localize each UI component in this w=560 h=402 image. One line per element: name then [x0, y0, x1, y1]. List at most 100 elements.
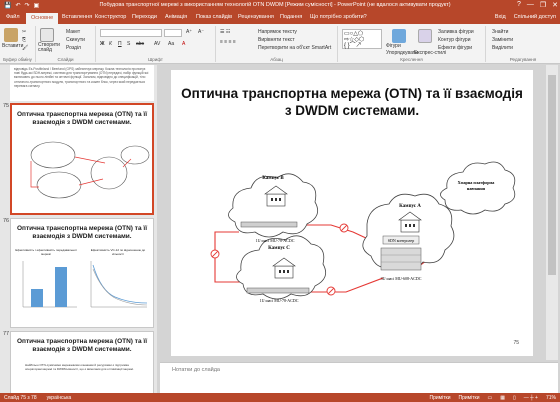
group-label: Буфер обміну — [3, 57, 32, 62]
reset-button[interactable]: Скинути — [66, 37, 85, 43]
sorter-view-icon[interactable]: ▦ — [500, 395, 505, 401]
italic-icon[interactable]: К — [109, 41, 112, 47]
align-text-button[interactable]: Вирівняти текст — [258, 37, 295, 43]
group-clipboard: Вставити ✂ ⎘ 🖌 Буфер обміну — [0, 26, 36, 62]
cut-icon[interactable]: ✂ — [22, 29, 26, 35]
copy-icon[interactable]: ⎘ — [22, 37, 26, 43]
thumb-title: Оптична транспортна мережа (OTN) та її в… — [16, 225, 148, 240]
shapes-button[interactable]: Фігури — [386, 43, 401, 49]
group-label: Слайди — [57, 57, 74, 62]
outline-button[interactable]: Контур фігури — [438, 37, 470, 43]
underline-icon[interactable]: П — [118, 41, 122, 47]
language-indicator[interactable]: українська — [47, 395, 72, 401]
thumb-body: Найбільш OTN-сумісними мережевими ознака… — [25, 363, 134, 371]
tab-animations[interactable]: Анімація — [165, 14, 187, 20]
smartart-button[interactable]: Перетворити на об'єкт SmartArt — [258, 45, 331, 51]
select-button[interactable]: Виділити — [492, 45, 513, 51]
group-label: Креслення — [400, 57, 423, 62]
save-icon[interactable]: 💾 — [4, 2, 11, 9]
new-slide-icon[interactable] — [40, 28, 54, 42]
tab-file[interactable]: Файл — [6, 14, 20, 20]
ribbon-tabs: Файл Основне Вставлення Конструктор Пере… — [0, 12, 560, 24]
undo-icon[interactable]: ↶ — [15, 2, 20, 9]
group-slides: Створити слайд Макет Скинути Розділ Слай… — [36, 26, 96, 62]
shrink-font-icon[interactable]: A⁻ — [198, 29, 204, 35]
comments-toggle[interactable]: Примітки — [459, 395, 480, 401]
title-bar: 💾 ↶ ↷ ▣ Побудова транспортної мережі з в… — [0, 0, 560, 12]
tab-design[interactable]: Конструктор — [95, 14, 126, 20]
slide-editor[interactable]: Оптична транспортна мережа (OTN) та її в… — [160, 65, 545, 360]
thumbnail-slide-76[interactable]: Оптична транспортна мережа (OTN) та її в… — [10, 218, 154, 328]
thumbnail-slide-77[interactable]: Оптична транспортна мережа (OTN) та її в… — [10, 331, 154, 393]
replace-button[interactable]: Замінити — [492, 37, 513, 43]
scrollbar-thumb[interactable] — [548, 75, 556, 275]
shapes-gallery[interactable]: ▭○△⬠ ⇨☆◇⬡{ }⌒↗ — [342, 29, 382, 49]
vertical-scrollbar[interactable] — [546, 65, 558, 360]
close-button[interactable]: ✕ — [552, 1, 558, 9]
tell-me-search[interactable]: Що потрібно зробити? — [310, 14, 367, 20]
group-font: A⁺ A⁻ Ж К П S abc AV Aa A Шрифт — [96, 26, 216, 62]
sdn-controller-label: SDN контролер — [388, 238, 414, 243]
shadow-icon[interactable]: S — [127, 41, 130, 47]
fill-button[interactable]: Заливка фігури — [438, 29, 474, 35]
format-painter-icon[interactable]: 🖌 — [22, 45, 28, 51]
new-slide-button[interactable]: Створити слайд — [38, 43, 62, 53]
font-color-icon[interactable]: A — [182, 41, 185, 47]
notes-pane[interactable]: Нотатки до слайда — [160, 362, 558, 393]
tab-insert[interactable]: Вставлення — [62, 14, 92, 20]
zoom-level[interactable]: 71% — [546, 395, 556, 401]
section-button[interactable]: Розділ — [66, 45, 81, 51]
text-direction-button[interactable]: Напрямок тексту — [258, 29, 297, 35]
thumb-diagram — [30, 141, 150, 199]
thumb-number: 75 — [3, 103, 10, 109]
paste-button[interactable]: Вставити — [2, 43, 23, 49]
minimize-button[interactable]: — — [527, 1, 534, 9]
bullets-icon[interactable]: ☰ ☷ — [220, 29, 230, 35]
thumb-number: 76 — [3, 218, 10, 224]
group-label: Абзац — [270, 57, 283, 62]
slides-thumbnail-pane[interactable]: відповідь Es-Postfinland / Beerland (GPS… — [0, 65, 157, 393]
node-c-label: 1U шасі MU-78-ACDC — [260, 298, 299, 303]
arrange-icon[interactable] — [392, 29, 406, 43]
help-icon[interactable]: ? — [517, 1, 521, 9]
case-icon[interactable]: Aa — [168, 41, 174, 47]
node-b-label: 1U шасі MU-78-ACDC — [256, 238, 295, 243]
tab-home[interactable]: Основне — [26, 13, 59, 24]
effects-button[interactable]: Ефекти фігури — [438, 45, 472, 51]
tab-slideshow[interactable]: Показ слайдів — [196, 14, 232, 20]
chassis-icon — [246, 287, 310, 294]
redo-icon[interactable]: ↷ — [25, 2, 30, 9]
current-slide[interactable]: Оптична транспортна мережа (OTN) та її в… — [171, 70, 533, 356]
spacing-icon[interactable]: AV — [154, 41, 160, 47]
chassis-icon — [240, 221, 298, 228]
align-icons[interactable]: ≡ ≡ ≡ ≡ — [220, 39, 236, 45]
layout-button[interactable]: Макет — [66, 29, 80, 35]
slide-counter: Слайд 75 з 78 — [4, 394, 37, 401]
font-size-combo[interactable] — [164, 29, 182, 37]
tab-view[interactable]: Подання — [280, 14, 302, 20]
strike-icon[interactable]: abc — [136, 41, 144, 47]
campus-c-label: Кампус С — [268, 246, 290, 251]
font-name-combo[interactable] — [100, 29, 162, 37]
normal-view-icon[interactable]: ▭ — [488, 395, 493, 401]
quick-styles-icon[interactable] — [418, 29, 432, 43]
tab-transitions[interactable]: Переходи — [132, 14, 157, 20]
signin-link[interactable]: Вхід — [495, 14, 506, 20]
maximize-button[interactable]: ❐ — [540, 1, 546, 9]
notes-toggle[interactable]: Примітки — [430, 395, 451, 401]
notes-placeholder[interactable]: Нотатки до слайда — [172, 367, 220, 373]
find-button[interactable]: Знайти — [492, 29, 508, 35]
zoom-slider[interactable]: — ┼ + — [524, 395, 538, 401]
reading-view-icon[interactable]: ▯ — [513, 395, 516, 401]
tab-review[interactable]: Рецензування — [238, 14, 274, 20]
bold-icon[interactable]: Ж — [100, 41, 105, 47]
window-controls: ? — ❐ ✕ — [517, 1, 558, 9]
paste-icon[interactable] — [4, 28, 18, 42]
present-icon[interactable]: ▣ — [34, 2, 40, 9]
thumbnail-slide-75[interactable]: Оптична транспортна мережа (OTN) та її в… — [10, 103, 154, 215]
share-button[interactable]: Спільний доступ — [514, 14, 556, 20]
slide-page-number: 75 — [513, 340, 519, 346]
quick-access-toolbar: 💾 ↶ ↷ ▣ — [4, 2, 39, 9]
ribbon: Вставити ✂ ⎘ 🖌 Буфер обміну Створити сла… — [0, 24, 560, 64]
grow-font-icon[interactable]: A⁺ — [186, 29, 192, 35]
